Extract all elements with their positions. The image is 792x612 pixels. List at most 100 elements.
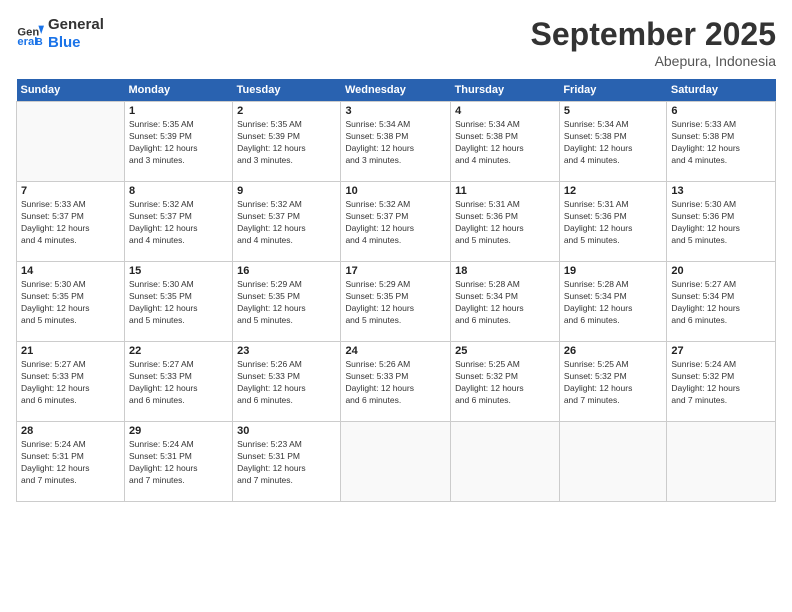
day-info: Sunrise: 5:33 AMSunset: 5:38 PMDaylight:… [671, 119, 771, 167]
day-number: 19 [564, 265, 663, 277]
table-row [341, 422, 451, 502]
day-info: Sunrise: 5:27 AMSunset: 5:34 PMDaylight:… [671, 279, 771, 327]
day-info: Sunrise: 5:25 AMSunset: 5:32 PMDaylight:… [455, 359, 555, 407]
table-row: 1 Sunrise: 5:35 AMSunset: 5:39 PMDaylight… [125, 102, 233, 182]
day-info: Sunrise: 5:35 AMSunset: 5:39 PMDaylight:… [237, 119, 336, 167]
calendar-week-row: 14 Sunrise: 5:30 AMSunset: 5:35 PMDayligh… [17, 262, 776, 342]
page-header: Gen eral B General Blue September 2025 A… [16, 16, 776, 69]
day-info: Sunrise: 5:32 AMSunset: 5:37 PMDaylight:… [129, 199, 228, 247]
day-info: Sunrise: 5:29 AMSunset: 5:35 PMDaylight:… [345, 279, 446, 327]
day-info: Sunrise: 5:30 AMSunset: 5:35 PMDaylight:… [129, 279, 228, 327]
table-row: 28 Sunrise: 5:24 AMSunset: 5:31 PMDayligh… [17, 422, 125, 502]
table-row: 25Sunrise: 5:25 AMSunset: 5:32 PMDayligh… [451, 342, 560, 422]
day-info: Sunrise: 5:31 AMSunset: 5:36 PMDaylight:… [564, 199, 663, 247]
day-info: Sunrise: 5:34 AMSunset: 5:38 PMDaylight:… [564, 119, 663, 167]
day-number: 15 [129, 265, 228, 277]
col-tuesday: Tuesday [233, 79, 341, 102]
table-row: 30Sunrise: 5:23 AMSunset: 5:31 PMDayligh… [233, 422, 341, 502]
logo: Gen eral B General Blue [16, 16, 104, 52]
day-number: 17 [345, 265, 446, 277]
day-info: Sunrise: 5:32 AMSunset: 5:37 PMDaylight:… [345, 199, 446, 247]
day-info: Sunrise: 5:28 AMSunset: 5:34 PMDaylight:… [564, 279, 663, 327]
day-info: Sunrise: 5:29 AMSunset: 5:35 PMDaylight:… [237, 279, 336, 327]
table-row: 17 Sunrise: 5:29 AMSunset: 5:35 PMDayligh… [341, 262, 451, 342]
day-number: 12 [564, 185, 663, 197]
col-saturday: Saturday [667, 79, 776, 102]
table-row: 18Sunrise: 5:28 AMSunset: 5:34 PMDayligh… [451, 262, 560, 342]
table-row: 23Sunrise: 5:26 AMSunset: 5:33 PMDayligh… [233, 342, 341, 422]
svg-text:B: B [36, 37, 43, 48]
calendar-table: Sunday Monday Tuesday Wednesday Thursday… [16, 79, 776, 502]
table-row: 11 Sunrise: 5:31 AMSunset: 5:36 PMDayligh… [451, 182, 560, 262]
table-row: 16 Sunrise: 5:29 AMSunset: 5:35 PMDayligh… [233, 262, 341, 342]
table-row: 2 Sunrise: 5:35 AMSunset: 5:39 PMDaylight… [233, 102, 341, 182]
month-title: September 2025 [531, 16, 776, 53]
day-info: Sunrise: 5:34 AMSunset: 5:38 PMDaylight:… [345, 119, 446, 167]
day-info: Sunrise: 5:27 AMSunset: 5:33 PMDaylight:… [21, 359, 120, 407]
day-number: 1 [129, 105, 228, 117]
day-info: Sunrise: 5:33 AMSunset: 5:37 PMDaylight:… [21, 199, 120, 247]
col-friday: Friday [559, 79, 667, 102]
day-info: Sunrise: 5:32 AMSunset: 5:37 PMDaylight:… [237, 199, 336, 247]
day-number: 10 [345, 185, 446, 197]
title-block: September 2025 Abepura, Indonesia [531, 16, 776, 69]
table-row: 20 Sunrise: 5:27 AMSunset: 5:34 PMDayligh… [667, 262, 776, 342]
table-row: 15 Sunrise: 5:30 AMSunset: 5:35 PMDayligh… [125, 262, 233, 342]
day-number: 27 [671, 345, 771, 357]
day-info: Sunrise: 5:31 AMSunset: 5:36 PMDaylight:… [455, 199, 555, 247]
day-info: Sunrise: 5:27 AMSunset: 5:33 PMDaylight:… [129, 359, 228, 407]
day-info: Sunrise: 5:24 AMSunset: 5:31 PMDaylight:… [21, 439, 120, 487]
table-row [667, 422, 776, 502]
day-info: Sunrise: 5:35 AMSunset: 5:39 PMDaylight:… [129, 119, 228, 167]
day-number: 21 [21, 345, 120, 357]
svg-text:eral: eral [17, 36, 37, 48]
day-number: 11 [455, 185, 555, 197]
table-row: 4Sunrise: 5:34 AMSunset: 5:38 PMDaylight… [451, 102, 560, 182]
table-row: 29 Sunrise: 5:24 AMSunset: 5:31 PMDayligh… [125, 422, 233, 502]
table-row: 27 Sunrise: 5:24 AMSunset: 5:32 PMDayligh… [667, 342, 776, 422]
table-row: 13 Sunrise: 5:30 AMSunset: 5:36 PMDayligh… [667, 182, 776, 262]
calendar-week-row: 1 Sunrise: 5:35 AMSunset: 5:39 PMDaylight… [17, 102, 776, 182]
col-wednesday: Wednesday [341, 79, 451, 102]
table-row [559, 422, 667, 502]
table-row: 3 Sunrise: 5:34 AMSunset: 5:38 PMDaylight… [341, 102, 451, 182]
day-number: 3 [345, 105, 446, 117]
table-row: 21 Sunrise: 5:27 AMSunset: 5:33 PMDayligh… [17, 342, 125, 422]
day-number: 22 [129, 345, 228, 357]
day-number: 6 [671, 105, 771, 117]
col-sunday: Sunday [17, 79, 125, 102]
day-number: 4 [455, 105, 555, 117]
day-info: Sunrise: 5:26 AMSunset: 5:33 PMDaylight:… [345, 359, 446, 407]
table-row: 19 Sunrise: 5:28 AMSunset: 5:34 PMDayligh… [559, 262, 667, 342]
day-number: 2 [237, 105, 336, 117]
day-number: 29 [129, 425, 228, 437]
table-row: 8 Sunrise: 5:32 AMSunset: 5:37 PMDaylight… [125, 182, 233, 262]
table-row: 10 Sunrise: 5:32 AMSunset: 5:37 PMDayligh… [341, 182, 451, 262]
table-row: 12 Sunrise: 5:31 AMSunset: 5:36 PMDayligh… [559, 182, 667, 262]
day-number: 28 [21, 425, 120, 437]
day-number: 20 [671, 265, 771, 277]
day-number: 7 [21, 185, 120, 197]
day-info: Sunrise: 5:25 AMSunset: 5:32 PMDaylight:… [564, 359, 663, 407]
table-row: 14 Sunrise: 5:30 AMSunset: 5:35 PMDayligh… [17, 262, 125, 342]
col-monday: Monday [125, 79, 233, 102]
day-info: Sunrise: 5:30 AMSunset: 5:36 PMDaylight:… [671, 199, 771, 247]
table-row [451, 422, 560, 502]
logo-line2: Blue [48, 34, 104, 52]
day-number: 16 [237, 265, 336, 277]
day-info: Sunrise: 5:24 AMSunset: 5:31 PMDaylight:… [129, 439, 228, 487]
calendar-header-row: Sunday Monday Tuesday Wednesday Thursday… [17, 79, 776, 102]
day-number: 18 [455, 265, 555, 277]
table-row: 6 Sunrise: 5:33 AMSunset: 5:38 PMDaylight… [667, 102, 776, 182]
calendar-week-row: 7 Sunrise: 5:33 AMSunset: 5:37 PMDaylight… [17, 182, 776, 262]
day-number: 5 [564, 105, 663, 117]
day-info: Sunrise: 5:24 AMSunset: 5:32 PMDaylight:… [671, 359, 771, 407]
day-number: 8 [129, 185, 228, 197]
day-number: 14 [21, 265, 120, 277]
day-number: 24 [345, 345, 446, 357]
table-row: 7 Sunrise: 5:33 AMSunset: 5:37 PMDaylight… [17, 182, 125, 262]
day-info: Sunrise: 5:30 AMSunset: 5:35 PMDaylight:… [21, 279, 120, 327]
day-number: 13 [671, 185, 771, 197]
table-row: 22 Sunrise: 5:27 AMSunset: 5:33 PMDayligh… [125, 342, 233, 422]
table-row: 9Sunrise: 5:32 AMSunset: 5:37 PMDaylight… [233, 182, 341, 262]
